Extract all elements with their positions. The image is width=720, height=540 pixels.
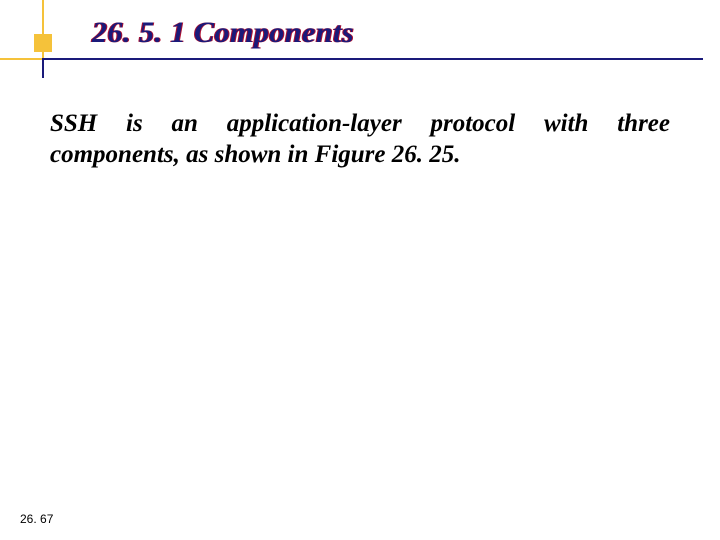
page-number: 26. 67 [20, 512, 53, 526]
divider-long [43, 58, 703, 60]
slide-title: 26. 5. 1 Components [92, 16, 354, 50]
body-paragraph: SSH is an application-layer protocol wit… [50, 108, 670, 171]
divider-short [0, 58, 43, 60]
slide-header: 26. 5. 1 Components [0, 0, 720, 58]
vertical-accent-bottom [42, 58, 44, 78]
vertical-accent-top [42, 0, 44, 58]
